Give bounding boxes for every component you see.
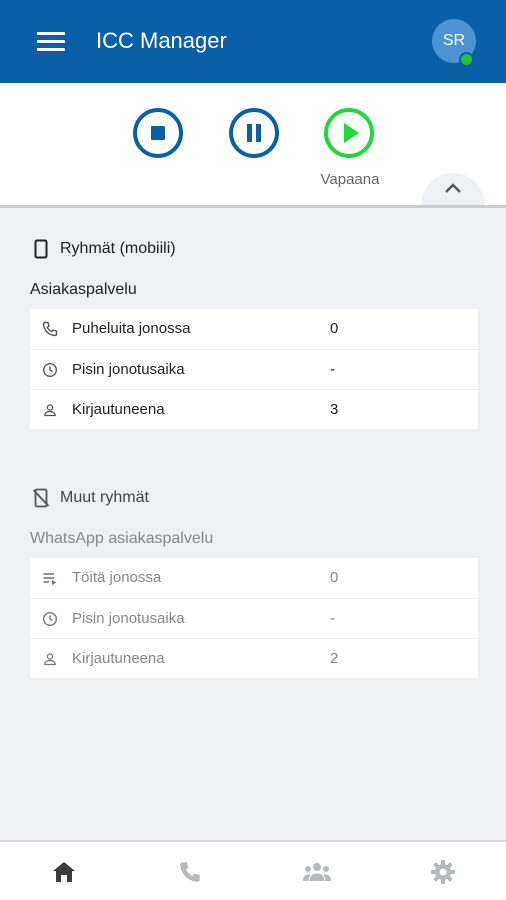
app-title: ICC Manager [96, 28, 227, 53]
stat-label: Puheluita jonossa [72, 320, 191, 337]
chevron-up-icon [445, 183, 461, 193]
nav-groups[interactable] [287, 854, 347, 890]
stat-row: Töitä jonossa 0 [30, 558, 478, 598]
group-name: WhatsApp asiakaspalvelu [30, 530, 214, 547]
status-text: Vapaana [320, 171, 380, 188]
section-title: Ryhmät (mobiili) [60, 240, 176, 257]
play-circle-icon [324, 108, 374, 158]
call-controls-panel: Vapaana [0, 83, 506, 205]
group-stats-card: Töitä jonossa 0 Pisin jonotusaika - Kirj… [30, 558, 478, 678]
group-name: Asiakaspalvelu [30, 281, 137, 298]
divider [0, 205, 506, 208]
section-other-groups: Muut ryhmät [30, 487, 149, 509]
stat-row: Pisin jonotusaika - [30, 598, 478, 638]
mobile-off-icon [30, 487, 52, 509]
gear-icon [431, 860, 455, 884]
stat-value: - [330, 361, 335, 378]
stop-button[interactable] [132, 107, 184, 159]
collapse-button[interactable] [421, 173, 485, 205]
clock-icon [42, 362, 58, 378]
clock-icon [42, 611, 58, 627]
stat-label: Töitä jonossa [72, 569, 162, 586]
app-bar: ICC Manager SR [0, 0, 506, 83]
group-icon [303, 863, 331, 881]
stat-label: Pisin jonotusaika [72, 610, 185, 627]
stat-value: 2 [330, 650, 339, 667]
person-icon [44, 653, 56, 666]
pause-circle-icon [229, 108, 279, 158]
nav-calls[interactable] [160, 854, 220, 890]
smartphone-icon [30, 238, 52, 260]
stat-value: 3 [330, 401, 339, 418]
bottom-navigation [0, 840, 506, 900]
nav-home[interactable] [34, 854, 94, 890]
queue-list-icon [43, 573, 57, 585]
presence-indicator [459, 52, 474, 67]
stat-row: Puheluita jonossa 0 [30, 309, 478, 349]
nav-settings[interactable] [413, 854, 473, 890]
menu-icon[interactable] [33, 26, 69, 56]
stat-label: Kirjautuneena [72, 401, 165, 418]
phone-icon [180, 862, 200, 882]
group-stats-card: Puheluita jonossa 0 Pisin jonotusaika - … [30, 309, 478, 429]
stat-row: Kirjautuneena 2 [30, 638, 478, 678]
stat-label: Pisin jonotusaika [72, 361, 185, 378]
stat-value: - [330, 610, 335, 627]
phone-icon [42, 321, 58, 337]
pause-button[interactable] [228, 107, 280, 159]
stat-row: Pisin jonotusaika - [30, 349, 478, 389]
section-title: Muut ryhmät [60, 489, 149, 506]
stop-circle-icon [133, 108, 183, 158]
avatar-initials: SR [442, 32, 466, 49]
stat-row: Kirjautuneena 3 [30, 389, 478, 429]
home-icon [53, 862, 75, 882]
play-button[interactable] [323, 107, 375, 159]
stat-label: Kirjautuneena [72, 650, 165, 667]
person-icon [44, 404, 56, 417]
section-mobile-groups: Ryhmät (mobiili) [30, 238, 176, 260]
stat-value: 0 [330, 569, 339, 586]
stat-value: 0 [330, 320, 339, 337]
